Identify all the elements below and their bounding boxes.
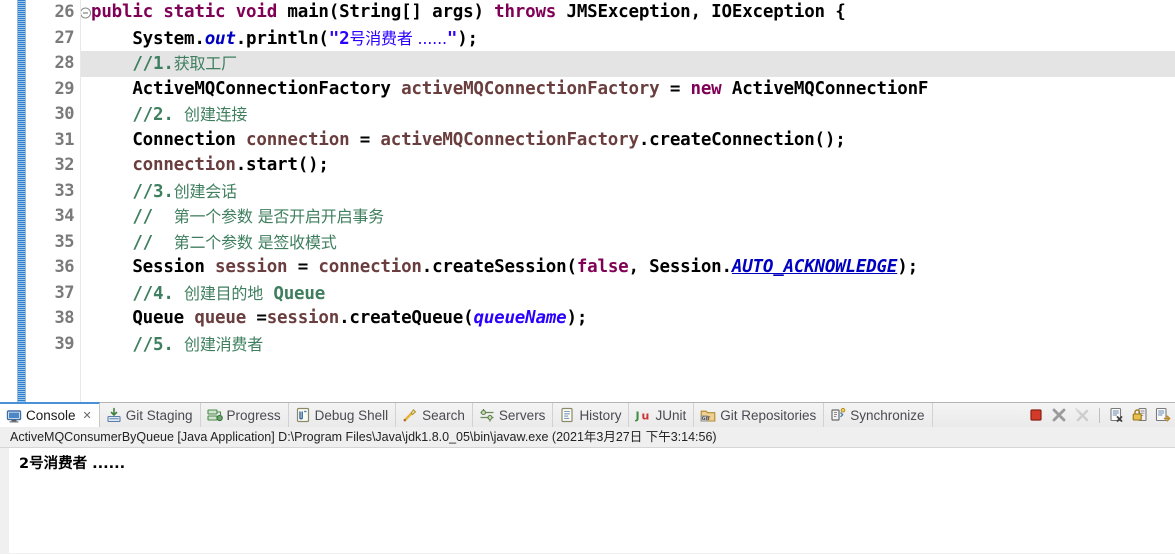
history-icon bbox=[559, 407, 575, 423]
tab-git-staging[interactable]: Git Staging bbox=[100, 403, 201, 427]
code-line-36[interactable]: Session session = connection.createSessi… bbox=[81, 255, 1175, 281]
tab-history[interactable]: History bbox=[553, 403, 630, 427]
code-line-39[interactable]: //5. 创建消费者 bbox=[81, 332, 1175, 358]
console-view-toolbar bbox=[1018, 403, 1175, 427]
line-number: 39 bbox=[54, 333, 75, 354]
tab-label: History bbox=[579, 407, 622, 423]
stop-square-icon[interactable] bbox=[1028, 407, 1044, 423]
synchronize-icon bbox=[830, 407, 846, 423]
git-staging-icon bbox=[106, 407, 122, 423]
tab-junit[interactable]: Ju JUnit bbox=[629, 403, 695, 427]
code-line-30[interactable]: //2. 创建连接 bbox=[81, 102, 1175, 128]
pin-console-icon[interactable] bbox=[1155, 407, 1171, 423]
junit-icon: Ju bbox=[635, 407, 651, 423]
line-number: 34 bbox=[54, 206, 75, 226]
tab-label: Debug Shell bbox=[314, 407, 389, 423]
code-line-27[interactable]: System.out.println("2号消费者 ......"); bbox=[81, 26, 1175, 52]
toolbar-separator bbox=[1099, 407, 1100, 423]
tab-label: Git Staging bbox=[125, 407, 193, 423]
line-number: 38 bbox=[54, 308, 75, 328]
code-line-37[interactable]: //4. 创建目的地 Queue bbox=[81, 281, 1175, 307]
line-number: 37 bbox=[54, 282, 75, 303]
tab-search[interactable]: Search bbox=[396, 403, 473, 427]
code-text-area[interactable]: public static void main(String[] args) t… bbox=[81, 0, 1175, 402]
line-number: 27 bbox=[54, 27, 75, 48]
line-number: 29 bbox=[54, 78, 75, 99]
quick-diff-change-bar bbox=[17, 0, 26, 402]
code-line-35[interactable]: // 第二个参数 是签收模式 bbox=[81, 230, 1175, 256]
code-line-28[interactable]: //1.获取工厂 bbox=[81, 51, 1175, 77]
remove-all-x-icon bbox=[1074, 407, 1090, 423]
code-editor[interactable]: 26 27 28 29 30 31 32 33 34 35 36 37 38 3… bbox=[0, 0, 1175, 402]
lock-icon[interactable] bbox=[1132, 407, 1148, 423]
code-line-26[interactable]: public static void main(String[] args) t… bbox=[81, 0, 1175, 26]
tab-progress[interactable]: Progress bbox=[201, 403, 289, 427]
console-output-area[interactable]: 2号消费者 ...... bbox=[0, 448, 1175, 553]
code-line-32[interactable]: connection.start(); bbox=[81, 153, 1175, 179]
tab-synchronize[interactable]: Synchronize bbox=[824, 403, 933, 427]
svg-text:GIT: GIT bbox=[702, 416, 711, 422]
svg-text:u: u bbox=[642, 410, 650, 423]
code-line-29[interactable]: ActiveMQConnectionFactory activeMQConnec… bbox=[81, 77, 1175, 103]
svg-text:J: J bbox=[635, 410, 640, 423]
line-number-ruler: 26 27 28 29 30 31 32 33 34 35 36 37 38 3… bbox=[26, 0, 91, 402]
line-number: 36 bbox=[54, 257, 75, 277]
close-icon[interactable]: ✕ bbox=[83, 409, 92, 422]
annotation-ruler[interactable] bbox=[0, 0, 17, 402]
tab-label: Console bbox=[26, 408, 76, 423]
tab-label: Git Repositories bbox=[720, 407, 817, 423]
line-number: 33 bbox=[54, 180, 75, 201]
code-line-34[interactable]: // 第一个参数 是否开启开启事务 bbox=[81, 204, 1175, 230]
tab-label: Progress bbox=[226, 407, 281, 423]
tab-label: Servers bbox=[498, 407, 546, 423]
tab-console[interactable]: Console ✕ bbox=[0, 402, 100, 427]
search-icon bbox=[402, 407, 418, 423]
bottom-view-panel: Console ✕ Git Staging Progress Debug She… bbox=[0, 402, 1175, 554]
clear-console-icon[interactable] bbox=[1109, 407, 1125, 423]
progress-icon bbox=[206, 407, 223, 423]
tab-servers[interactable]: Servers bbox=[473, 403, 554, 427]
console-output-line: 2号消费者 ...... bbox=[19, 456, 126, 472]
line-number: 31 bbox=[54, 129, 75, 150]
console-icon bbox=[6, 408, 22, 424]
code-line-38[interactable]: Queue queue =session.createQueue(queueNa… bbox=[81, 306, 1175, 332]
remove-x-icon[interactable] bbox=[1051, 407, 1067, 423]
tab-label: Synchronize bbox=[850, 407, 925, 423]
debug-shell-icon bbox=[295, 407, 311, 423]
line-number: 28 bbox=[54, 53, 75, 73]
line-number: 30 bbox=[54, 104, 75, 124]
view-tab-bar: Console ✕ Git Staging Progress Debug She… bbox=[0, 402, 1175, 427]
tab-debug-shell[interactable]: Debug Shell bbox=[289, 403, 397, 427]
line-number: 32 bbox=[54, 155, 75, 175]
eclipse-ide-window: 26 27 28 29 30 31 32 33 34 35 36 37 38 3… bbox=[0, 0, 1175, 554]
code-line-33[interactable]: //3.创建会话 bbox=[81, 179, 1175, 205]
console-launch-header: ActiveMQConsumerByQueue [Java Applicatio… bbox=[0, 427, 1175, 448]
tab-git-repositories[interactable]: GIT Git Repositories bbox=[694, 403, 825, 427]
code-line-31[interactable]: Connection connection = activeMQConnecti… bbox=[81, 128, 1175, 154]
servers-icon bbox=[479, 407, 495, 423]
tab-label: Search bbox=[422, 407, 465, 423]
git-repositories-icon: GIT bbox=[700, 407, 716, 423]
line-number: 26 bbox=[26, 0, 91, 26]
tab-label: JUnit bbox=[655, 407, 687, 423]
line-number: 35 bbox=[54, 231, 75, 252]
